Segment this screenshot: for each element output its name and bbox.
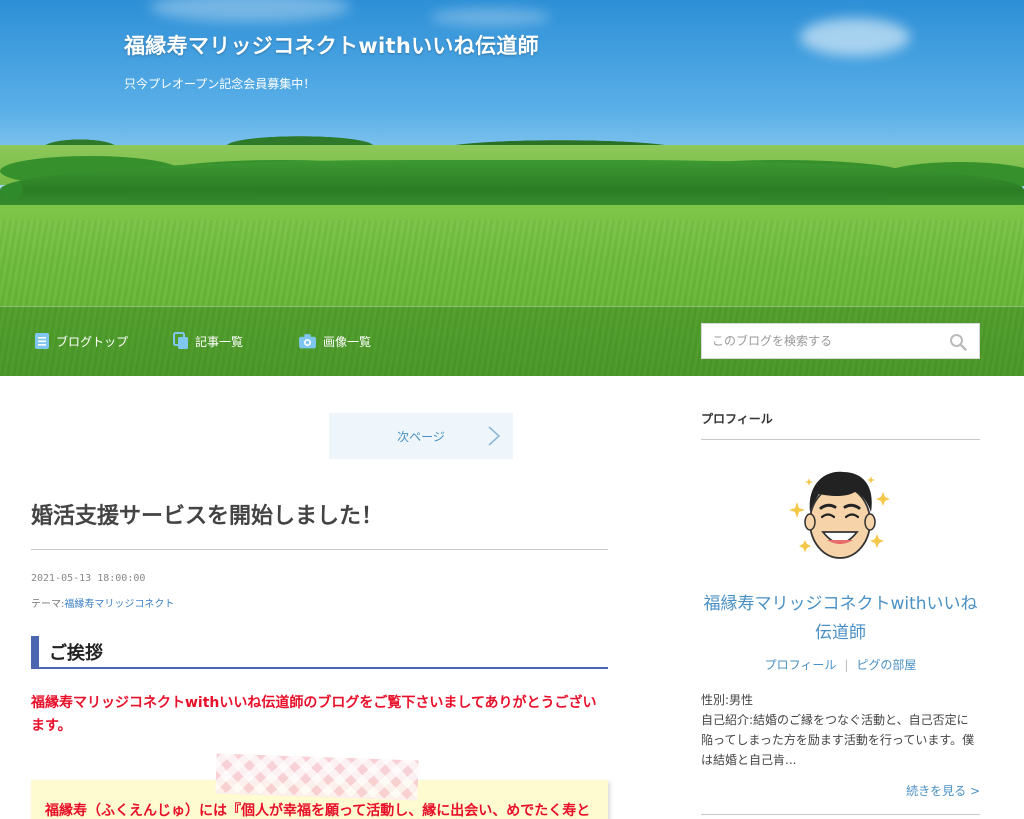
profile-link[interactable]: プロフィール bbox=[765, 658, 837, 672]
camera-icon bbox=[299, 334, 316, 349]
profile-heading: プロフィール bbox=[701, 412, 773, 426]
copy-pages-icon bbox=[173, 332, 188, 349]
post-date: 2021-05-13 18:00:00 bbox=[31, 573, 146, 584]
cloud bbox=[430, 8, 550, 26]
magnifier-icon[interactable] bbox=[949, 333, 967, 351]
cloud bbox=[150, 0, 350, 22]
list-document-icon bbox=[35, 333, 49, 349]
blog-header: 福縁寿マリッジコネクトwithいいね伝道師 只今プレオープン記念会員募集中！ ブ… bbox=[0, 0, 1024, 376]
nav-label: 記事一覧 bbox=[195, 334, 244, 349]
chevron-right-icon bbox=[488, 426, 501, 446]
nav-image-list[interactable]: 画像一覧 bbox=[298, 332, 371, 350]
next-page-button[interactable]: 次ページ bbox=[329, 413, 513, 459]
search-input[interactable] bbox=[702, 324, 942, 358]
next-page-label: 次ページ bbox=[397, 429, 445, 444]
divider bbox=[701, 814, 980, 815]
profile-gender: 性別:男性 bbox=[701, 693, 754, 707]
post-title[interactable]: 婚活支援サービスを開始しました！ bbox=[31, 498, 383, 530]
near-treeline bbox=[0, 160, 1024, 210]
nav-label: ブログトップ bbox=[56, 334, 129, 349]
site-description: 只今プレオープン記念会員募集中！ bbox=[124, 77, 316, 91]
read-more-link[interactable]: 続きを見る > bbox=[701, 782, 980, 799]
cloud bbox=[800, 18, 910, 56]
blog-search bbox=[701, 323, 980, 359]
nav-label: 画像一覧 bbox=[323, 334, 372, 349]
section-heading: ご挨拶 bbox=[31, 636, 608, 669]
profile-name[interactable]: 福縁寿マリッジコネクトwithいいね伝道師 bbox=[701, 590, 980, 648]
blog-nav: ブログトップ 記事一覧 画像一覧 bbox=[0, 306, 1024, 376]
theme-link[interactable]: 福縁寿マリッジコネクト bbox=[64, 599, 174, 610]
pigg-room-link[interactable]: ピグの部屋 bbox=[856, 658, 916, 672]
theme-prefix: テーマ: bbox=[31, 599, 65, 610]
greeting-text: 福縁寿マリッジコネクトwithいいね伝道師のブログをご覧下さいましてありがとうご… bbox=[31, 695, 597, 734]
post-theme: テーマ:福縁寿マリッジコネクト bbox=[31, 595, 174, 610]
note-text: 福縁寿（ふくえんじゅ）には『個人が幸福を願って活動し、縁に出会い、めでたく寿と bbox=[45, 803, 591, 819]
profile-info: 性別:男性 自己紹介:結婚のご縁をつなぐ活動と、自己否定に陥ってしまった方を励ま… bbox=[701, 690, 980, 770]
site-title[interactable]: 福縁寿マリッジコネクトwithいいね伝道師 bbox=[124, 30, 539, 60]
nav-article-list[interactable]: 記事一覧 bbox=[173, 332, 243, 350]
decorative-tape bbox=[215, 753, 419, 801]
nav-blog-top[interactable]: ブログトップ bbox=[34, 332, 128, 350]
profile-avatar[interactable] bbox=[785, 462, 895, 572]
divider bbox=[31, 549, 608, 550]
profile-intro: 自己紹介:結婚のご縁をつなぐ活動と、自己否定に陥ってしまった方を励ます活動を行っ… bbox=[701, 713, 975, 767]
link-separator: | bbox=[844, 658, 849, 672]
divider bbox=[701, 439, 980, 440]
profile-links: プロフィール | ピグの部屋 bbox=[701, 656, 980, 673]
